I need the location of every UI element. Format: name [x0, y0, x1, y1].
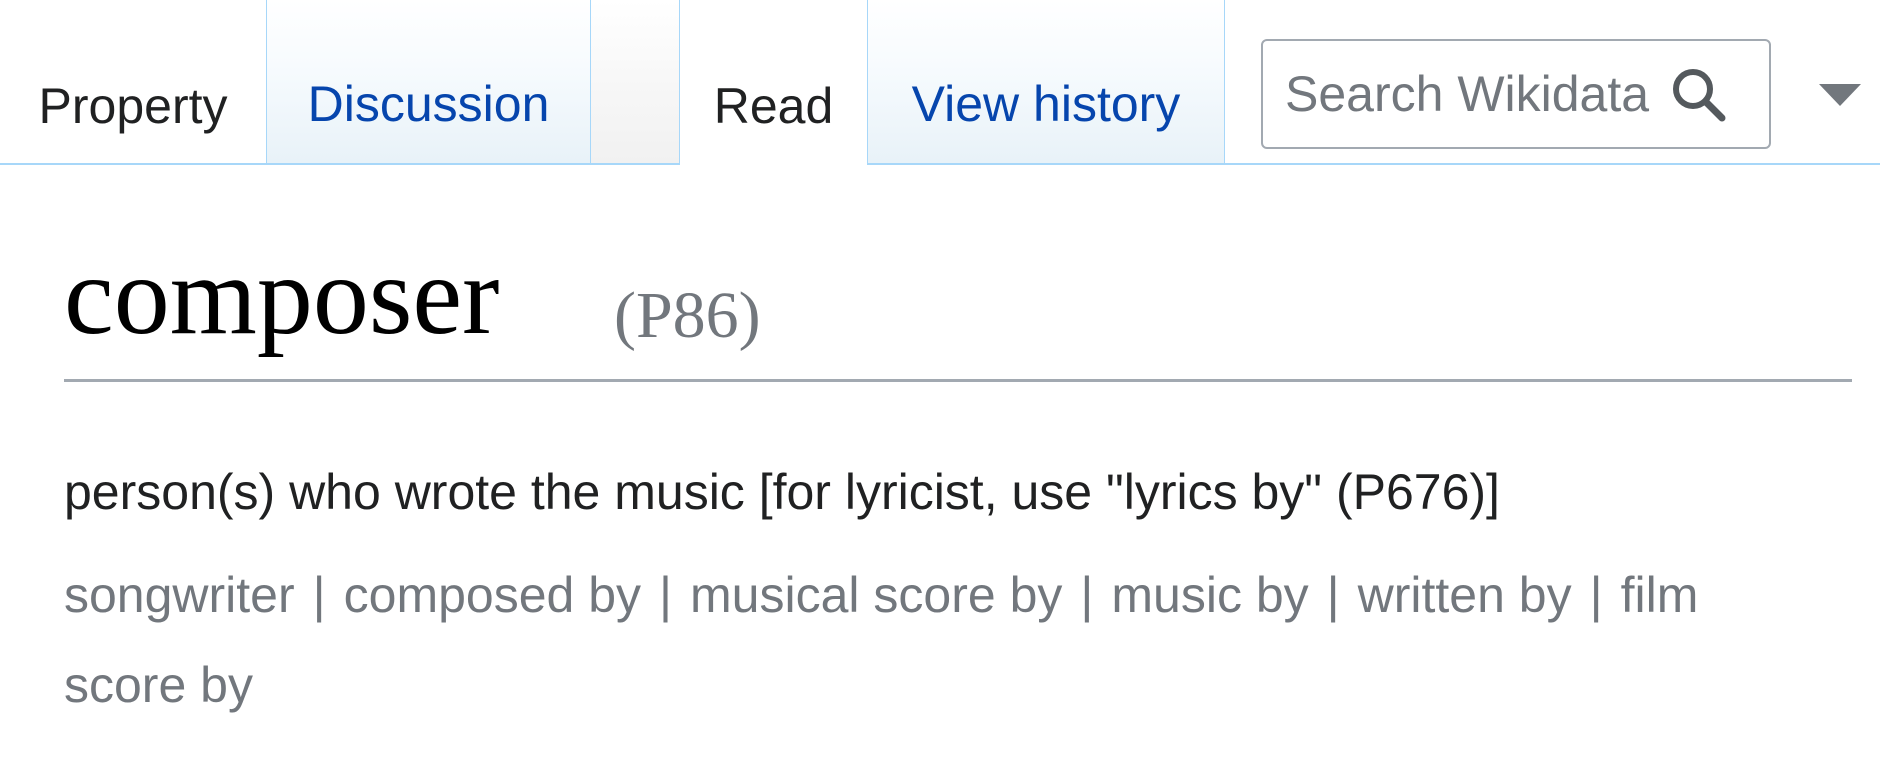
tab-view-history[interactable]: View history [867, 0, 1225, 165]
alias-item: songwriter [64, 567, 295, 623]
alias-item: written by [1357, 567, 1572, 623]
tab-read-label: Read [713, 78, 834, 134]
alias-separator: | [659, 567, 673, 623]
alias-item: musical score by [690, 567, 1063, 623]
page-heading: composer (P86) [64, 236, 1852, 382]
alias-separator: | [1589, 567, 1603, 623]
page-title: composer [64, 234, 500, 358]
tab-bar: Property Discussion Read View history [0, 0, 1880, 166]
alias-list: songwriter | composed by | musical score by |… [64, 550, 1784, 730]
tab-view-history-label: View history [911, 76, 1181, 132]
search-input[interactable] [1285, 65, 1655, 123]
tab-property-label: Property [38, 78, 228, 134]
property-id: (P86) [614, 279, 761, 352]
tab-baseline [1225, 163, 1880, 165]
alias-separator: | [312, 567, 326, 623]
page: Property Discussion Read View history co… [0, 0, 1880, 769]
tab-property[interactable]: Property [0, 0, 266, 165]
property-description: person(s) who wrote the music [for lyric… [64, 464, 1500, 520]
alias-item: music by [1111, 567, 1309, 623]
alias-separator: | [1326, 567, 1340, 623]
tab-spacer [591, 0, 680, 165]
tab-discussion[interactable]: Discussion [266, 0, 591, 165]
search-icon[interactable] [1669, 65, 1729, 125]
alias-item: composed by [343, 567, 642, 623]
tab-discussion-label: Discussion [307, 76, 550, 132]
alias-separator: | [1080, 567, 1094, 623]
search-box [1261, 39, 1771, 149]
chevron-down-icon[interactable] [1819, 84, 1861, 106]
tab-read[interactable]: Read [680, 0, 867, 165]
